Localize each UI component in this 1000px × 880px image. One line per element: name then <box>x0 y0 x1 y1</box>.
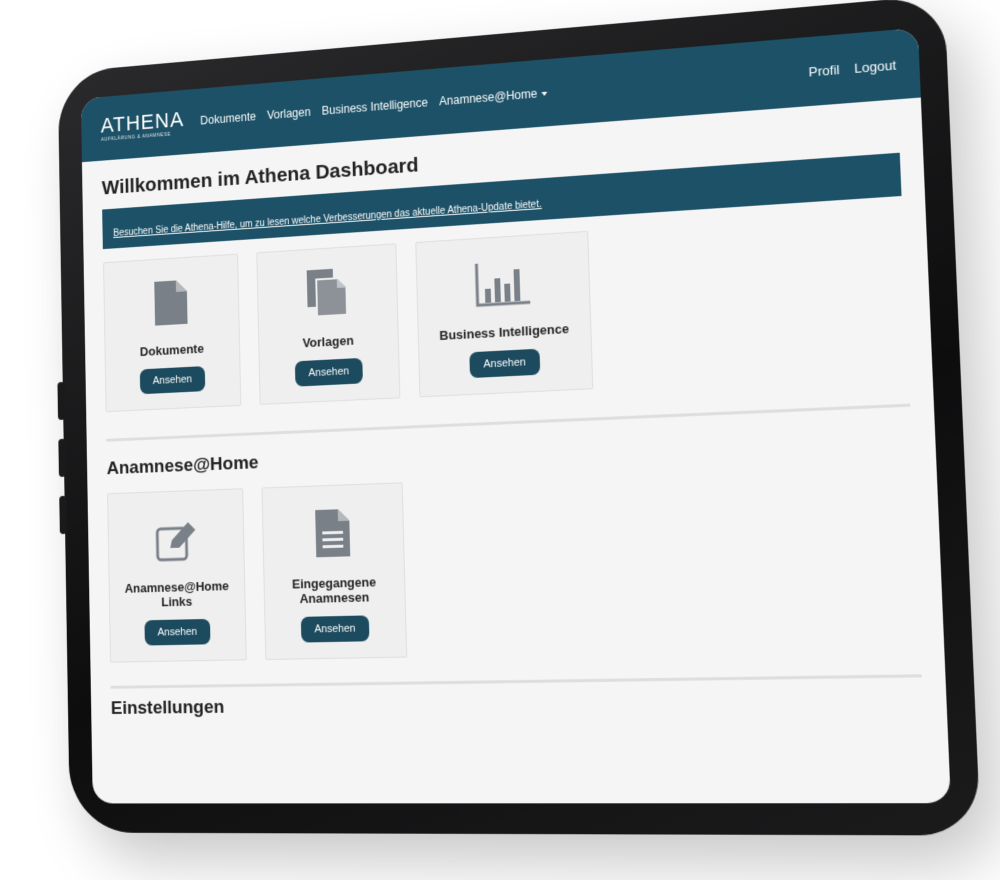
view-business-intelligence-button[interactable]: Ansehen <box>470 349 540 378</box>
card-title: Anamnese@Home Links <box>110 578 245 612</box>
card-title: Vorlagen <box>302 333 354 351</box>
nav-link-anamnese-home[interactable]: Anamnese@Home <box>439 86 547 108</box>
nav-link-dokumente[interactable]: Dokumente <box>200 110 256 128</box>
nav-right: Profil Logout <box>808 57 896 79</box>
templates-icon <box>307 268 347 322</box>
card-vorlagen: Vorlagen Ansehen <box>256 243 400 405</box>
section-title-settings: Einstellungen <box>111 688 923 720</box>
card-title: Business Intelligence <box>439 321 569 343</box>
card-anamnese-links: Anamnese@Home Links Ansehen <box>107 488 247 662</box>
anamnese-cards: Anamnese@Home Links Ansehen Eingegangene… <box>107 463 920 662</box>
card-business-intelligence: Business Intelligence Ansehen <box>415 231 593 398</box>
text-document-icon <box>315 509 350 562</box>
view-dokumente-button[interactable]: Ansehen <box>140 366 205 394</box>
volume-up-button <box>57 382 65 420</box>
view-anamnese-links-button[interactable]: Ansehen <box>145 619 211 646</box>
help-link[interactable]: Besuchen Sie die Athena-Hilfe, um zu les… <box>113 199 542 239</box>
tablet-mockup: ATHENA AUFKLÄRUNG & ANAMNESE Dokumente V… <box>0 0 1000 880</box>
card-dokumente: Dokumente Ansehen <box>103 254 241 413</box>
profile-link[interactable]: Profil <box>808 61 839 79</box>
document-icon <box>154 280 187 331</box>
volume-down-button <box>58 439 66 477</box>
nav-link-anamnese-label: Anamnese@Home <box>439 87 537 109</box>
brand-logo[interactable]: ATHENA AUFKLÄRUNG & ANAMNESE <box>101 108 185 142</box>
main-content: Willkommen im Athena Dashboard Besuchen … <box>82 97 948 737</box>
section-divider <box>110 674 921 689</box>
caret-down-icon <box>541 92 547 96</box>
side-button <box>59 496 67 534</box>
bar-chart-icon <box>475 261 531 313</box>
edit-icon <box>155 522 196 567</box>
screen: ATHENA AUFKLÄRUNG & ANAMNESE Dokumente V… <box>81 28 951 804</box>
tablet-frame: ATHENA AUFKLÄRUNG & ANAMNESE Dokumente V… <box>58 0 981 836</box>
view-vorlagen-button[interactable]: Ansehen <box>295 358 363 387</box>
card-eingegangene-anamnesen: Eingegangene Anamnesen Ansehen <box>262 482 408 660</box>
card-title: Dokumente <box>140 342 204 360</box>
card-title: Eingegangene Anamnesen <box>264 574 404 608</box>
nav-links: Dokumente Vorlagen Business Intelligence… <box>200 86 547 128</box>
logout-link[interactable]: Logout <box>854 57 896 76</box>
view-eingegangene-anamnesen-button[interactable]: Ansehen <box>301 615 369 642</box>
nav-link-business-intelligence[interactable]: Business Intelligence <box>322 96 428 118</box>
nav-link-vorlagen[interactable]: Vorlagen <box>267 105 311 122</box>
